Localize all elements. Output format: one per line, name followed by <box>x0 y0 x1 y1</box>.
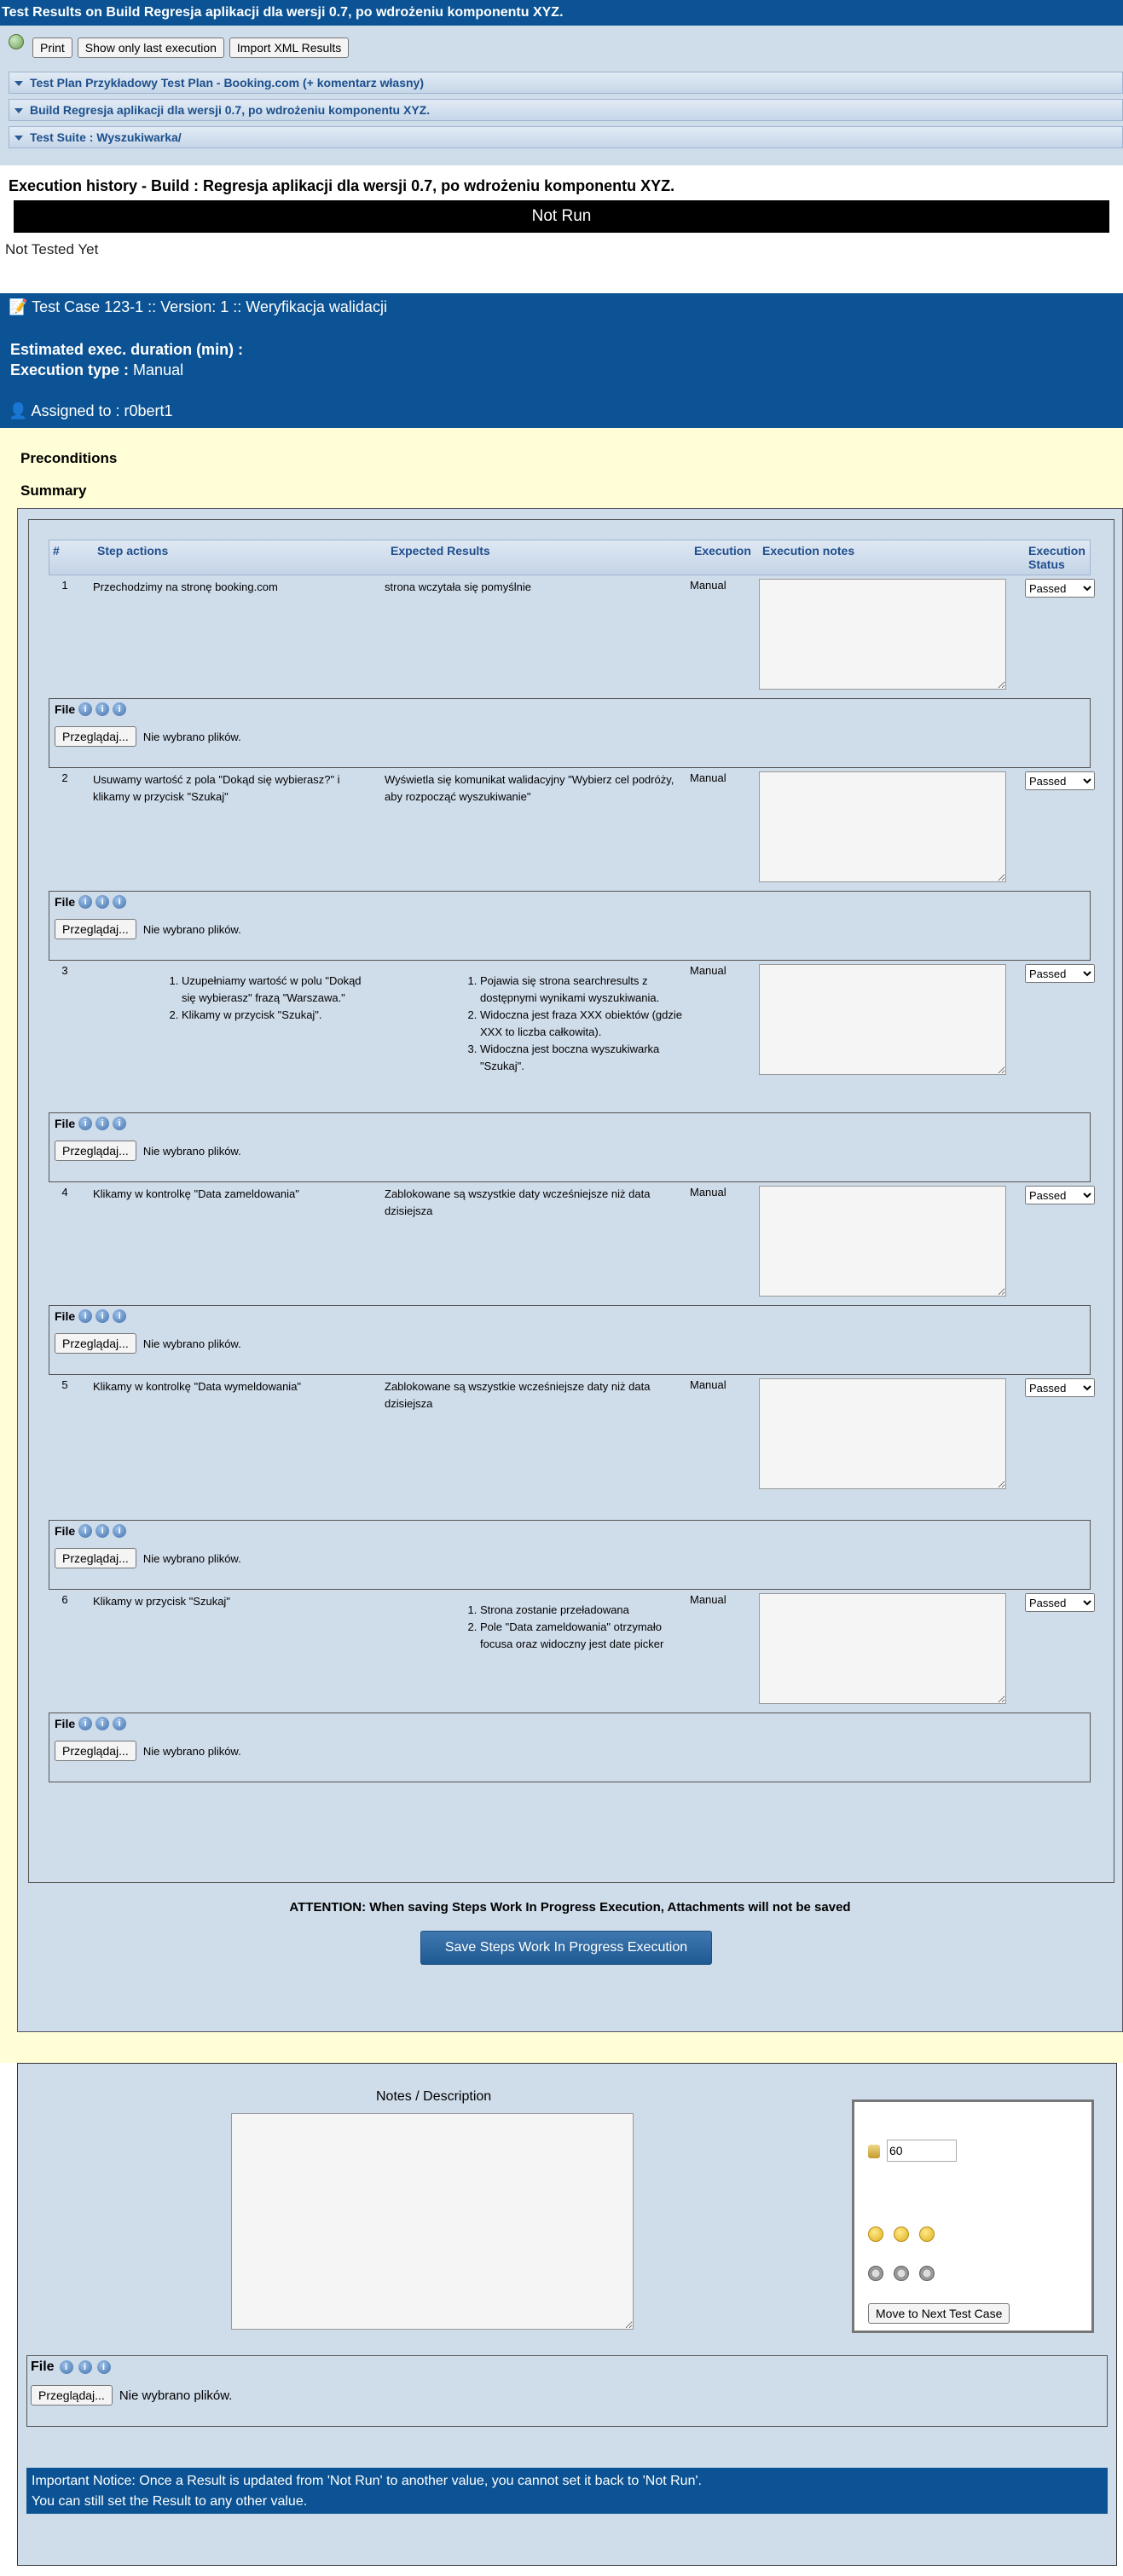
execution-notes-5[interactable] <box>759 1378 1006 1489</box>
step-row-5: 5 Klikamy w kontrolkę "Data wymeldowania… <box>49 1375 1095 1493</box>
test-case-title: 📝 Test Case 123-1 :: Version: 1 :: Weryf… <box>9 298 387 315</box>
hourglass-icon <box>868 2145 880 2158</box>
chevron-down-icon <box>14 108 23 114</box>
file-block-3: File i i i Przeglądaj... Nie wybrano plików. <box>49 1112 1091 1182</box>
window-title: Test Results on Build Regresja aplikacji… <box>0 0 1123 26</box>
not-tested-text: Not Tested Yet <box>5 241 99 257</box>
failed-icon[interactable] <box>894 2227 909 2242</box>
passed-icon[interactable] <box>868 2227 883 2242</box>
status-banner: Not Run <box>14 200 1109 233</box>
test-plan-bar[interactable]: Test Plan Przykładowy Test Plan - Bookin… <box>9 72 1123 94</box>
attention-text: ATTENTION: When saving Steps Work In Pro… <box>289 1900 851 1915</box>
result-next-buttons <box>868 2266 935 2281</box>
execution-notes-6[interactable] <box>759 1593 1006 1704</box>
execution-notes-4[interactable] <box>759 1186 1006 1297</box>
preconditions-heading: Preconditions <box>20 450 118 466</box>
file-block-2: File i i i Przeglądaj... Nie wybrano plików. <box>49 891 1091 961</box>
result-buttons <box>868 2227 935 2242</box>
browse-button-5[interactable]: Przeglądaj... <box>55 1548 136 1568</box>
file-block-4: File i i i Przeglądaj... Nie wybrano plików. <box>49 1305 1091 1375</box>
step-row-1: 1 Przechodzimy na stronę booking.com str… <box>49 575 1095 693</box>
execution-notes-3[interactable] <box>759 964 1006 1075</box>
result-file-block: File i i i Przeglądaj... Nie wybrano plików. <box>26 2355 1108 2427</box>
execution-status-5[interactable]: Passed <box>1025 1378 1095 1397</box>
top-band: Print Show only last execution Import XM… <box>0 26 1123 172</box>
step-row-6: 6 Klikamy w przycisk "Szukaj" Strona zos… <box>49 1590 1095 1707</box>
duration-input[interactable] <box>887 2140 957 2162</box>
file-block-6: File i i i Przeglądaj... Nie wybrano plików. <box>49 1713 1091 1782</box>
execution-status-4[interactable]: Passed <box>1025 1186 1095 1204</box>
move-next-button[interactable]: Move to Next Test Case <box>868 2303 1010 2324</box>
result-panel: Notes / Description Move to Next Test Ca… <box>17 2063 1123 2576</box>
execution-notes-2[interactable] <box>759 771 1006 882</box>
result-browse-button[interactable]: Przeglądaj... <box>31 2385 113 2406</box>
globe-icon[interactable] <box>9 34 24 49</box>
step-row-3: 3 Uzupełniamy wartość w polu "Dokąd się … <box>49 961 1095 1102</box>
steps-header: # Step actions Expected Results Executio… <box>49 540 1091 575</box>
step-row-4: 4 Klikamy w kontrolkę "Data zameldowania… <box>49 1182 1095 1300</box>
chevron-down-icon <box>14 136 23 142</box>
passed-next-icon[interactable] <box>868 2266 883 2281</box>
show-last-execution-button[interactable]: Show only last execution <box>77 38 224 58</box>
execution-type: Execution type : Manual <box>10 361 184 378</box>
blocked-next-icon[interactable] <box>919 2266 935 2281</box>
test-suite-bar[interactable]: Test Suite : Wyszukiwarka/ <box>9 126 1123 148</box>
execution-status-2[interactable]: Passed <box>1025 771 1095 790</box>
print-button[interactable]: Print <box>32 38 72 58</box>
test-case-body: Preconditions Summary # Step actions Exp… <box>0 428 1123 2063</box>
execution-notes-1[interactable] <box>759 579 1006 690</box>
chevron-down-icon <box>14 81 23 87</box>
toolbar: Print Show only last execution Import XM… <box>9 34 350 58</box>
build-bar[interactable]: Build Regresja aplikacji dla wersji 0.7,… <box>9 99 1123 121</box>
result-side-panel: Move to Next Test Case <box>852 2099 1094 2333</box>
notes-textarea[interactable] <box>231 2113 634 2330</box>
execution-status-1[interactable]: Passed <box>1025 579 1095 598</box>
file-block-1: File i i i Przeglądaj... Nie wybrano plików. <box>49 698 1091 768</box>
browse-button-2[interactable]: Przeglądaj... <box>55 919 136 939</box>
failed-next-icon[interactable] <box>894 2266 909 2281</box>
test-case-header: 📝 Test Case 123-1 :: Version: 1 :: Weryf… <box>0 293 1123 428</box>
browse-button-4[interactable]: Przeglądaj... <box>55 1333 136 1354</box>
step-row-2: 2 Usuwamy wartość z pola "Dokąd się wybi… <box>49 768 1095 886</box>
important-notice: Important Notice: Once a Result is updat… <box>26 2468 1108 2514</box>
steps-container: # Step actions Expected Results Executio… <box>17 508 1123 2032</box>
save-wip-button[interactable]: Save Steps Work In Progress Execution <box>420 1931 712 1965</box>
assigned-to: 👤 Assigned to : r0bert1 <box>9 402 173 419</box>
result-frame: Notes / Description Move to Next Test Ca… <box>17 2063 1117 2566</box>
blocked-icon[interactable] <box>919 2227 935 2242</box>
execution-status-3[interactable]: Passed <box>1025 964 1095 983</box>
execution-status-6[interactable]: Passed <box>1025 1593 1095 1612</box>
browse-button-1[interactable]: Przeglądaj... <box>55 726 136 747</box>
browse-button-3[interactable]: Przeglądaj... <box>55 1141 136 1161</box>
notes-label: Notes / Description <box>376 2089 492 2104</box>
duration-label: Estimated exec. duration (min) : <box>10 341 244 358</box>
import-xml-button[interactable]: Import XML Results <box>229 38 350 58</box>
summary-heading: Summary <box>20 482 87 499</box>
user-icon: 👤 <box>9 402 28 419</box>
execution-history-title: Execution history - Build : Regresja apl… <box>9 177 675 194</box>
file-block-5: File i i i Przeglądaj... Nie wybrano plików. <box>49 1520 1091 1590</box>
browse-button-6[interactable]: Przeglądaj... <box>55 1741 136 1761</box>
